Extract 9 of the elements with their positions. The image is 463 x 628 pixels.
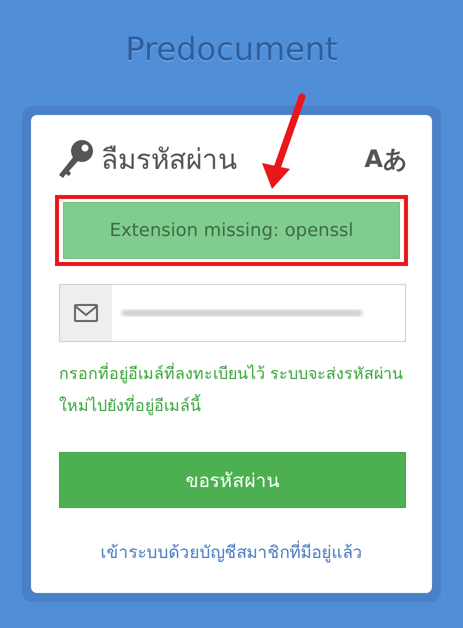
help-text: กรอกที่อยู่อีเมล์ที่ลงทะเบียนไว้ ระบบจะส่งรหัสผ่านใหม่ไปยังที่อยู่อีเมล์นี้	[59, 362, 404, 418]
submit-button[interactable]: ขอรหัสผ่าน	[59, 452, 406, 508]
mail-icon	[74, 304, 98, 322]
language-button[interactable]: Aあ	[364, 143, 408, 175]
page-title: ลืมรหัสผ่าน	[101, 142, 238, 178]
email-field[interactable]	[59, 284, 406, 342]
brand-title: Predocument	[125, 30, 338, 70]
login-link[interactable]: เข้าระบบด้วยบัญชีสมาชิกที่มีอยู่แล้ว	[55, 538, 408, 565]
alert-message: Extension missing: openssl	[63, 202, 400, 259]
